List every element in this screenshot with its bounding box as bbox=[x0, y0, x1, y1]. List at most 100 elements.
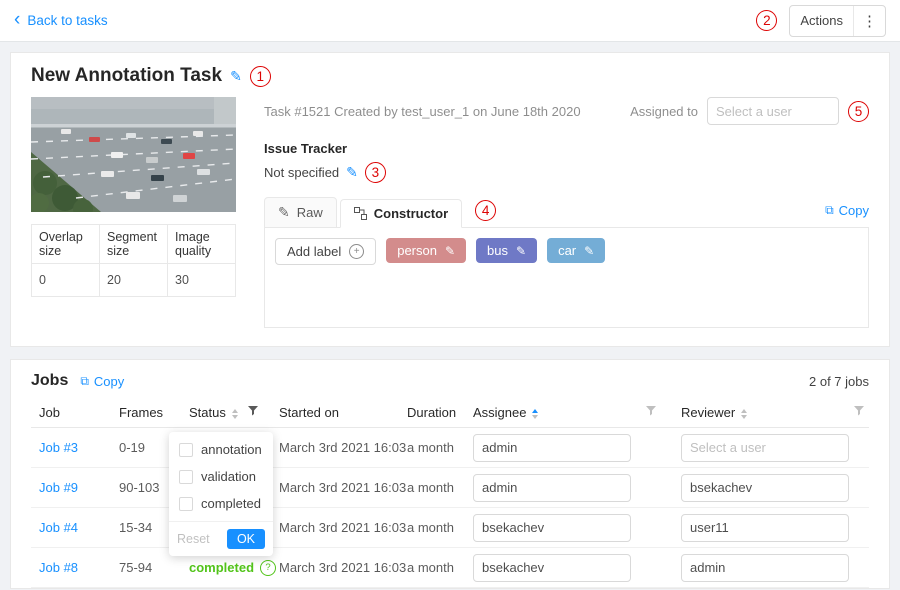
job-0-assignee-input[interactable] bbox=[473, 434, 631, 462]
job-3-reviewer-input[interactable] bbox=[681, 554, 849, 582]
copy-labels-label: Copy bbox=[839, 203, 869, 218]
param-value-segment: 20 bbox=[100, 264, 168, 297]
edit-label-person-icon[interactable]: ✎ bbox=[445, 244, 455, 258]
job-3-started: March 3rd 2021 16:03 bbox=[271, 548, 399, 588]
edit-issue-tracker-icon[interactable]: ✎ bbox=[346, 164, 358, 181]
jobs-table-header-row: Job Frames Status Started on Duration As… bbox=[31, 398, 869, 428]
status-sort-control[interactable] bbox=[232, 409, 238, 419]
job-4-link[interactable]: Job #4 bbox=[39, 520, 78, 535]
labels-tabbar: ✎ Raw Constructor 4 bbox=[264, 197, 869, 228]
job-1-duration: a month bbox=[399, 468, 465, 508]
annotation-marker-4: 4 bbox=[475, 200, 496, 221]
job-0-reviewer-input[interactable] bbox=[681, 434, 849, 462]
task-preview-image bbox=[31, 97, 236, 212]
issue-tracker-value: Not specified bbox=[264, 165, 339, 180]
tab-raw-label: Raw bbox=[297, 205, 323, 220]
status-filter-icon[interactable] bbox=[247, 405, 259, 417]
status-help-icon[interactable]: ? bbox=[260, 560, 276, 576]
assignee-filter-icon[interactable] bbox=[645, 405, 657, 417]
col-frames: Frames bbox=[111, 398, 181, 428]
back-to-tasks-link[interactable]: ‹ Back to tasks bbox=[14, 12, 108, 29]
back-chevron-icon: ‹ bbox=[14, 10, 20, 29]
jobs-title: Jobs bbox=[31, 372, 68, 390]
add-label-button[interactable]: Add label + bbox=[275, 238, 376, 265]
col-reviewer-label: Reviewer bbox=[681, 405, 735, 420]
annotation-option-label: annotation bbox=[201, 442, 262, 457]
reviewer-sort-control[interactable] bbox=[741, 409, 747, 419]
param-value-overlap: 0 bbox=[32, 264, 100, 297]
jobs-count: 2 of 7 jobs bbox=[809, 374, 869, 389]
task-body: Overlap size Segment size Image quality … bbox=[31, 97, 869, 328]
label-chip-person[interactable]: person ✎ bbox=[386, 238, 466, 263]
annotation-checkbox[interactable] bbox=[179, 443, 193, 457]
job-row-1: Job #9 90-103 March 3rd 2021 16:03 a mon… bbox=[31, 468, 869, 508]
filter-option-completed[interactable]: completed bbox=[169, 490, 273, 517]
col-duration: Duration bbox=[399, 398, 465, 428]
col-status-label: Status bbox=[189, 405, 226, 420]
filter-option-annotation[interactable]: annotation bbox=[169, 436, 273, 463]
task-assignee-input[interactable] bbox=[707, 97, 839, 125]
col-assignee[interactable]: Assignee bbox=[465, 398, 637, 428]
cvat-task-page: ‹ Back to tasks 2 Actions ⋮ New Annotati… bbox=[0, 0, 900, 590]
job-8-link[interactable]: Job #8 bbox=[39, 560, 78, 575]
col-reviewer[interactable]: Reviewer bbox=[673, 398, 845, 428]
job-0-started: March 3rd 2021 16:03 bbox=[271, 428, 399, 468]
copy-jobs-link[interactable]: ⧉ Copy bbox=[80, 374, 124, 389]
assignee-sort-control[interactable] bbox=[532, 409, 538, 419]
raw-pencil-icon: ✎ bbox=[278, 204, 290, 221]
status-filter-dropdown: annotation validation completed Reset OK bbox=[169, 432, 273, 556]
edit-label-bus-icon[interactable]: ✎ bbox=[516, 244, 526, 258]
jobs-header: Jobs ⧉ Copy 2 of 7 jobs bbox=[31, 372, 869, 390]
job-3-status-text: completed bbox=[189, 560, 254, 575]
assignee-filter-button[interactable] bbox=[637, 398, 673, 428]
tab-raw[interactable]: ✎ Raw bbox=[264, 197, 337, 228]
assigned-to-label: Assigned to bbox=[630, 104, 698, 119]
filter-dropdown-footer: Reset OK bbox=[169, 521, 273, 556]
task-right-column: Task #1521 Created by test_user_1 on Jun… bbox=[264, 97, 869, 328]
actions-button[interactable]: Actions ⋮ bbox=[789, 5, 886, 37]
label-chip-person-text: person bbox=[397, 243, 437, 258]
label-chip-bus-text: bus bbox=[487, 243, 508, 258]
task-parameters-table: Overlap size Segment size Image quality … bbox=[31, 224, 236, 297]
validation-checkbox[interactable] bbox=[179, 470, 193, 484]
edit-task-name-icon[interactable]: ✎ bbox=[230, 68, 242, 85]
topbar-right: 2 Actions ⋮ bbox=[756, 5, 886, 37]
filter-ok-button[interactable]: OK bbox=[227, 529, 265, 549]
col-assignee-label: Assignee bbox=[473, 405, 526, 420]
job-row-3: Job #8 75-94 completed ? March 3rd 2021 … bbox=[31, 548, 869, 588]
copy-icon: ⧉ bbox=[825, 203, 834, 218]
job-row-0: Job #3 0-19 March 3rd 2021 16:03 a month bbox=[31, 428, 869, 468]
param-header-overlap: Overlap size bbox=[32, 225, 100, 264]
tab-constructor[interactable]: Constructor bbox=[340, 199, 462, 228]
job-3-link[interactable]: Job #3 bbox=[39, 440, 78, 455]
copy-labels-link[interactable]: ⧉ Copy bbox=[825, 203, 869, 222]
more-options-icon[interactable]: ⋮ bbox=[853, 6, 885, 36]
issue-tracker-label: Issue Tracker bbox=[264, 141, 869, 156]
job-2-assignee-input[interactable] bbox=[473, 514, 631, 542]
filter-reset-button[interactable]: Reset bbox=[177, 532, 210, 546]
job-1-assignee-input[interactable] bbox=[473, 474, 631, 502]
job-3-assignee-input[interactable] bbox=[473, 554, 631, 582]
task-title-row: New Annotation Task ✎ 1 bbox=[31, 65, 869, 87]
label-chip-bus[interactable]: bus ✎ bbox=[476, 238, 537, 263]
job-row-2: Job #4 15-34 March 3rd 2021 16:03 a mont… bbox=[31, 508, 869, 548]
edit-label-car-icon[interactable]: ✎ bbox=[584, 244, 594, 258]
constructor-icon bbox=[354, 207, 367, 220]
col-status[interactable]: Status bbox=[181, 398, 239, 428]
constructor-panel: Add label + person ✎ bus ✎ car bbox=[264, 228, 869, 328]
reviewer-filter-button[interactable] bbox=[845, 398, 869, 428]
reviewer-filter-icon[interactable] bbox=[853, 405, 865, 417]
status-filter-button[interactable] bbox=[239, 398, 271, 428]
param-value-quality: 30 bbox=[168, 264, 236, 297]
labels-editor: ✎ Raw Constructor 4 bbox=[264, 197, 869, 328]
job-9-link[interactable]: Job #9 bbox=[39, 480, 78, 495]
job-2-reviewer-input[interactable] bbox=[681, 514, 849, 542]
label-chip-car[interactable]: car ✎ bbox=[547, 238, 605, 263]
back-to-tasks-label: Back to tasks bbox=[27, 13, 107, 28]
tab-constructor-label: Constructor bbox=[374, 206, 448, 221]
job-2-started: March 3rd 2021 16:03 bbox=[271, 508, 399, 548]
filter-option-validation[interactable]: validation bbox=[169, 463, 273, 490]
param-header-quality: Image quality bbox=[168, 225, 236, 264]
job-1-reviewer-input[interactable] bbox=[681, 474, 849, 502]
completed-checkbox[interactable] bbox=[179, 497, 193, 511]
